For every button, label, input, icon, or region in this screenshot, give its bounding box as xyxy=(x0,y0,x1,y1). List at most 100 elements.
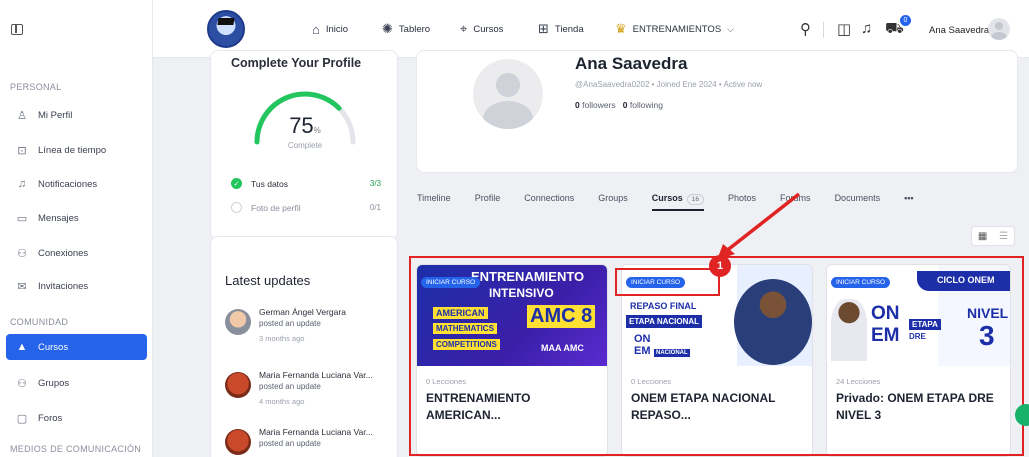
bell-icon: ♫ xyxy=(17,178,27,190)
tab-label: Cursos xyxy=(651,193,683,203)
profile-follow-stats: 0 followers 0 following xyxy=(575,100,663,110)
update-author: Maria Fernanda Luciana Var... xyxy=(259,427,373,437)
latest-updates-title: Latest updates xyxy=(225,273,311,288)
inbox-icon[interactable]: ◫ xyxy=(837,20,851,38)
profile-completion-card: Complete Your Profile 75% Complete ✓ Tus… xyxy=(210,50,398,240)
sidebar-item-mi-perfil[interactable]: ♙ Mi Perfil xyxy=(6,102,147,128)
user-icon: ♙ xyxy=(17,109,27,122)
avatar xyxy=(225,309,251,335)
check-icon: ✓ xyxy=(231,178,242,189)
user-avatar[interactable] xyxy=(988,18,1010,40)
user-name[interactable]: Ana Saavedra xyxy=(929,25,989,36)
sidebar-item-label: Cursos xyxy=(38,341,69,353)
update-action: posted an update xyxy=(259,319,321,328)
update-item[interactable]: German Ángel Vergara posted an update 3 … xyxy=(225,307,395,357)
bell-icon[interactable]: ♫ xyxy=(861,20,872,37)
completion-label: Complete xyxy=(287,141,323,150)
trophy-icon: ♛ xyxy=(615,21,627,36)
update-item[interactable]: Maria Fernanda Luciana Var... posted an … xyxy=(225,370,395,420)
sidebar-item-mensajes[interactable]: ▭ Mensajes xyxy=(6,205,147,231)
profile-avatar[interactable] xyxy=(473,59,543,129)
connections-icon: ⚇ xyxy=(17,247,27,260)
profile-tabs: Timeline Profile Connections Groups Curs… xyxy=(417,193,938,211)
update-time: 4 months ago xyxy=(259,397,305,406)
sidebar-item-label: Línea de tiempo xyxy=(38,144,107,156)
profile-header-card: Ana Saavedra @AnaSaavedra0202 • Joined E… xyxy=(416,50,1018,173)
avatar xyxy=(225,372,251,398)
tab-documents[interactable]: Documents xyxy=(835,193,881,211)
checklist-label: Tus datos xyxy=(251,178,289,189)
checklist-item-foto-de-perfil[interactable]: Foto de perfil 0/1 xyxy=(231,202,381,213)
sidebar-item-invitaciones[interactable]: ✉ Invitaciones xyxy=(6,273,147,299)
home-icon: ⌂ xyxy=(312,21,320,37)
completion-percent-unit: % xyxy=(313,126,321,135)
tab-cursos[interactable]: Cursos 16 xyxy=(651,193,705,211)
store-icon: ⊞ xyxy=(538,21,549,36)
sidebar-item-linea-de-tiempo[interactable]: ⊡ Línea de tiempo xyxy=(6,137,147,163)
view-toggle: ▦ ☰ xyxy=(971,226,1015,246)
tab-profile[interactable]: Profile xyxy=(475,193,501,211)
sidebar-item-conexiones[interactable]: ⚇ Conexiones xyxy=(6,240,147,266)
tab-groups[interactable]: Groups xyxy=(598,193,628,211)
annotation-highlight-box xyxy=(615,268,720,296)
following-label[interactable]: following xyxy=(630,100,663,110)
chevron-down-icon: ⌵ xyxy=(727,23,734,34)
sidebar-toggle-icon[interactable] xyxy=(11,24,23,35)
sidebar-section-medios: MEDIOS DE COMUNICACIÓN xyxy=(10,444,142,454)
sidebar-item-label: Conexiones xyxy=(38,247,89,259)
sidebar-item-label: Notificaciones xyxy=(38,178,98,190)
checklist-value: 3/3 xyxy=(369,179,381,188)
nav-label: Tablero xyxy=(398,23,431,35)
update-author: German Ángel Vergara xyxy=(259,307,346,317)
checklist-item-tus-datos[interactable]: ✓ Tus datos 3/3 xyxy=(231,178,381,189)
followers-count: 0 xyxy=(575,100,580,110)
completion-percent-value: 75 xyxy=(289,113,314,138)
graduation-cap-icon: ⌖ xyxy=(460,21,468,36)
nav-label: ENTRENAMIENTOS xyxy=(632,23,722,35)
nav-label: Cursos xyxy=(473,23,504,35)
mail-icon: ✉ xyxy=(17,280,27,293)
sidebar-item-cursos[interactable]: ▲ Cursos xyxy=(6,334,147,360)
update-action: posted an update xyxy=(259,439,321,448)
followers-label[interactable]: followers xyxy=(582,100,616,110)
sidebar-section-comunidad: COMUNIDAD xyxy=(10,317,69,327)
sidebar-item-label: Mi Perfil xyxy=(38,109,73,121)
latest-updates-card: Latest updates German Ángel Vergara post… xyxy=(210,236,398,457)
tab-connections[interactable]: Connections xyxy=(524,193,574,211)
sidebar-item-notificaciones[interactable]: ♫ Notificaciones xyxy=(6,171,147,197)
profile-completion-title: Complete Your Profile xyxy=(231,56,362,70)
tab-more[interactable]: ••• xyxy=(904,193,913,211)
checklist-label: Foto de perfil xyxy=(251,202,301,213)
nav-label: Inicio xyxy=(325,23,349,35)
forums-icon: ▢ xyxy=(16,412,28,425)
tab-timeline[interactable]: Timeline xyxy=(417,193,451,211)
sidebar: PERSONAL ♙ Mi Perfil ⊡ Línea de tiempo ♫ No… xyxy=(0,0,153,457)
site-logo[interactable] xyxy=(207,10,245,48)
sidebar-item-label: Grupos xyxy=(38,377,70,389)
update-time: 3 months ago xyxy=(259,334,305,343)
update-action: posted an update xyxy=(259,382,321,391)
inbox-icon: ▭ xyxy=(16,212,28,225)
sidebar-item-label: Mensajes xyxy=(38,212,79,224)
cart-count-badge: 0 xyxy=(900,15,911,26)
list-view-icon[interactable]: ☰ xyxy=(999,231,1008,242)
sidebar-item-foros[interactable]: ▢ Foros xyxy=(6,405,147,431)
annotation-number-badge: 1 xyxy=(709,255,731,277)
sidebar-item-grupos[interactable]: ⚇ Grupos xyxy=(6,370,147,396)
sidebar-section-personal: PERSONAL xyxy=(10,82,62,92)
avatar xyxy=(225,429,251,455)
profile-meta: @AnaSaavedra0202 • Joined Ene 2024 • Act… xyxy=(575,80,763,89)
groups-icon: ⚇ xyxy=(17,377,27,390)
circle-icon xyxy=(231,202,242,213)
nav-label: Tienda xyxy=(554,23,584,35)
graduation-cap-icon: ▲ xyxy=(16,341,28,353)
tab-count-badge: 16 xyxy=(686,194,705,205)
update-item[interactable]: Maria Fernanda Luciana Var... posted an … xyxy=(225,427,395,457)
following-count: 0 xyxy=(622,100,628,110)
search-icon[interactable]: ⚲ xyxy=(800,20,811,38)
sidebar-item-label: Invitaciones xyxy=(38,280,89,292)
profile-name: Ana Saavedra xyxy=(575,54,688,73)
grid-view-icon[interactable]: ▦ xyxy=(978,231,987,242)
annotation-arrow xyxy=(717,192,801,260)
dashboard-icon: ✺ xyxy=(382,21,393,36)
